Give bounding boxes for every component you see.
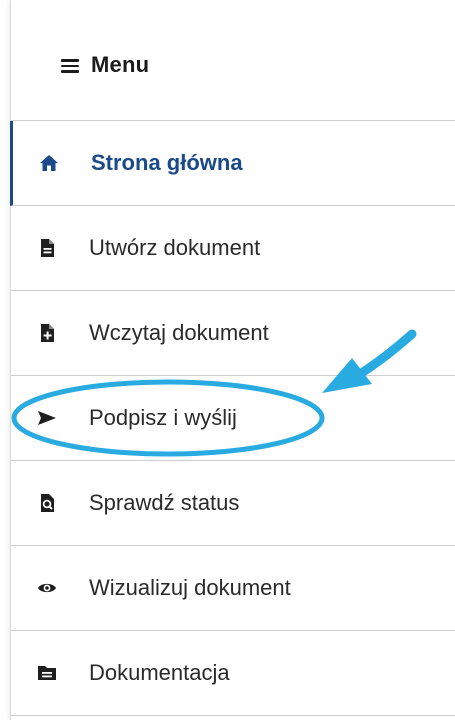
nav-item-label: Sprawdź status [89, 490, 240, 515]
nav-item-label: Strona główna [91, 150, 243, 175]
nav-item-home[interactable]: Strona główna [10, 121, 455, 206]
send-icon [37, 408, 57, 428]
nav-item-load-document[interactable]: Wczytaj dokument [11, 291, 455, 376]
folder-icon [37, 663, 57, 683]
nav-item-label: Utwórz dokument [89, 235, 261, 260]
document-icon [37, 238, 57, 258]
nav-item-visualize-document[interactable]: Wizualizuj dokument [11, 546, 455, 631]
nav-item-label: Dokumentacja [89, 660, 230, 685]
nav-item-label: Wizualizuj dokument [89, 575, 291, 600]
menu-header[interactable]: Menu [11, 0, 455, 121]
document-add-icon [37, 323, 57, 343]
hamburger-icon[interactable] [61, 59, 79, 73]
app-frame: Menu Strona główna Utwórz dokument Wczyt… [0, 0, 455, 720]
nav-item-label: Wczytaj dokument [89, 320, 269, 345]
nav-item-label: Podpisz i wyślij [89, 405, 237, 430]
nav-item-check-status[interactable]: Sprawdź status [11, 461, 455, 546]
nav-item-sign-and-send[interactable]: Podpisz i wyślij [11, 376, 455, 461]
nav-item-create-document[interactable]: Utwórz dokument [11, 206, 455, 291]
nav-item-documentation[interactable]: Dokumentacja [11, 631, 455, 716]
home-icon [39, 153, 59, 173]
sidebar-menu: Menu Strona główna Utwórz dokument Wczyt… [10, 0, 455, 720]
menu-title: Menu [91, 52, 150, 77]
eye-icon [37, 578, 57, 598]
document-search-icon [37, 493, 57, 513]
